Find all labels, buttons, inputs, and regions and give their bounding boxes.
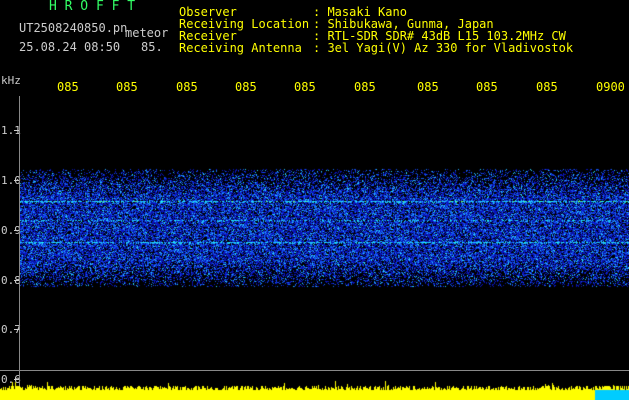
datetime: 25.08.24 08:50	[19, 40, 121, 54]
x-tick-2: 085	[116, 80, 138, 94]
info-label-antenna: Receiving Antenna	[179, 41, 302, 55]
x-tick-9: 085	[536, 80, 558, 94]
subtitle-meteor: meteor	[125, 26, 169, 40]
x-tick-10: 0900	[596, 80, 625, 94]
x-tick-3: 085	[176, 80, 198, 94]
y-axis-unit: kHz	[1, 74, 21, 87]
frequency-short: 85.	[141, 40, 163, 54]
x-tick-8: 085	[476, 80, 498, 94]
x-tick-6: 085	[354, 80, 376, 94]
hrofft-screen: H R O F F T UT2508240850.pn meteor 25.08…	[0, 0, 629, 400]
info-value-antenna: : 3el Yagi(V) Az 330 for Vladivostok	[313, 41, 574, 55]
plot-bottom-divider	[0, 370, 629, 371]
x-tick-1: 085	[57, 80, 79, 94]
x-tick-7: 085	[417, 80, 439, 94]
x-tick-4: 085	[235, 80, 257, 94]
spectrogram-waterfall	[20, 96, 629, 370]
app-title: H R O F F T	[49, 0, 136, 14]
file-name: UT2508240850.pn	[19, 21, 128, 35]
signal-strength-bars	[0, 376, 629, 400]
x-tick-5: 085	[294, 80, 316, 94]
